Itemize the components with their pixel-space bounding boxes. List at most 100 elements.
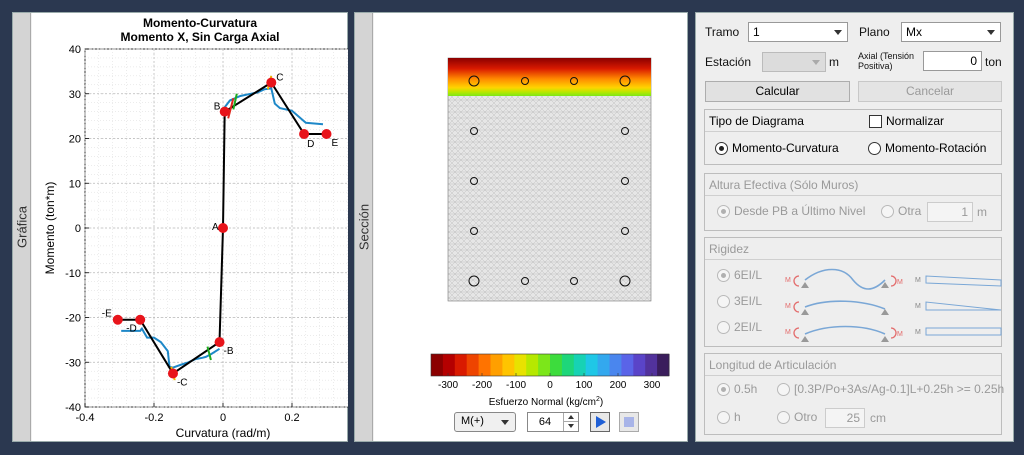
altura-input[interactable]: 1 bbox=[927, 202, 973, 222]
colorbar bbox=[430, 353, 670, 377]
moment-label: M bbox=[915, 329, 921, 336]
axial-input[interactable]: 0 bbox=[923, 51, 982, 71]
radio-h[interactable]: h bbox=[717, 410, 741, 424]
moment-label: M bbox=[897, 331, 903, 338]
spin-up-icon[interactable] bbox=[563, 413, 578, 422]
y-axis-label: Momento (ton*m) bbox=[43, 182, 57, 275]
point-marker-a bbox=[218, 223, 228, 233]
colorbar-label: Esfuerzo Normal (kg/cm2) bbox=[489, 396, 604, 408]
step-spinner[interactable]: 64 bbox=[527, 412, 579, 432]
colorbar-swatch bbox=[573, 354, 587, 376]
tramo-value: 1 bbox=[753, 25, 760, 39]
cancelar-button[interactable]: Cancelar bbox=[858, 81, 1002, 102]
normalizar-label: Normalizar bbox=[886, 114, 945, 128]
moment-label: M bbox=[785, 303, 791, 310]
section-view: -300 -200 -100 0 100 200 300 Esfuerzo Normal (… bbox=[430, 57, 670, 408]
altura-value: 1 bbox=[961, 205, 968, 219]
seccion-canvas: -300 -200 -100 0 100 200 300 Esfuerzo Normal (… bbox=[374, 13, 687, 441]
point-label: -E bbox=[102, 309, 112, 320]
support-icon bbox=[881, 336, 889, 342]
estacion-label: Estación bbox=[705, 55, 752, 69]
radio-otro[interactable]: Otro bbox=[777, 410, 817, 424]
radio-dot bbox=[715, 141, 728, 155]
x-tick-label: -0.2 bbox=[145, 412, 164, 424]
axial-label-line2: Positiva) bbox=[858, 61, 893, 71]
stop-icon bbox=[624, 417, 634, 427]
radio-dot bbox=[868, 141, 881, 155]
colorbar-swatch bbox=[538, 354, 551, 376]
radio-formula[interactable]: [0.3P/Po+3As/Ag-0.1]L+0.25h >= 0.25h bbox=[777, 382, 1004, 396]
estacion-select[interactable] bbox=[762, 52, 826, 72]
point-marker-neg-e bbox=[112, 314, 123, 325]
plano-select[interactable]: Mx bbox=[901, 22, 1001, 42]
controls-panel: Tramo 1 Plano Mx Estación m Axial (Tensi… bbox=[695, 12, 1014, 442]
x-tick-label: 0 bbox=[220, 412, 226, 424]
radio-desde-pb[interactable]: Desde PB a Último Nivel bbox=[717, 204, 865, 218]
tipo-diagrama-title-text: Tipo de Diagrama bbox=[709, 114, 804, 128]
radio-3ei[interactable]: 3EI/L bbox=[717, 294, 762, 308]
colorbar-swatch bbox=[442, 354, 456, 376]
y-tick-label: 10 bbox=[69, 178, 81, 190]
radio-05h[interactable]: 0.5h bbox=[717, 382, 757, 396]
normalizar-checkbox[interactable]: Normalizar bbox=[869, 114, 944, 128]
support-icon bbox=[801, 336, 809, 342]
seccion-tab[interactable]: Sección bbox=[355, 13, 373, 441]
radio-dot bbox=[717, 382, 730, 396]
play-button[interactable] bbox=[590, 412, 610, 432]
axial-label-line1: Axial (Tensión bbox=[858, 51, 915, 61]
radio-momento-rotacion-label: Momento-Rotación bbox=[885, 141, 987, 155]
colorbar-swatch bbox=[466, 354, 480, 376]
point-label: -B bbox=[224, 346, 234, 357]
radio-momento-rotacion[interactable]: Momento-Rotación bbox=[868, 141, 986, 155]
radio-6ei[interactable]: 6EI/L bbox=[717, 268, 762, 282]
moment-arrow-icon bbox=[890, 327, 897, 339]
colorbar-tick-label: 300 bbox=[644, 380, 661, 391]
point-label: E bbox=[332, 138, 339, 149]
point-marker-e bbox=[321, 129, 332, 140]
point-label: A bbox=[212, 222, 219, 233]
deflected-beam-icon bbox=[804, 300, 886, 310]
grafica-panel: Gráfica Momento-Curvatura Momento X, Sin… bbox=[12, 12, 348, 442]
point-label: -D bbox=[126, 324, 137, 335]
chart-title: Momento-Curvatura bbox=[143, 16, 257, 30]
stop-button[interactable] bbox=[619, 412, 639, 432]
longitud-value: 25 bbox=[846, 411, 860, 425]
radio-dot bbox=[717, 268, 730, 282]
y-tick-label: 0 bbox=[75, 223, 81, 235]
point-label: -C bbox=[177, 377, 188, 388]
moment-arrow-icon bbox=[793, 327, 800, 339]
seccion-panel: Sección -300 -200 -100 0 100 200 300 Esf… bbox=[354, 12, 688, 442]
radio-otra[interactable]: Otra bbox=[881, 204, 921, 218]
axial-label: Axial (Tensión Positiva) bbox=[858, 51, 914, 71]
moment-sign-select[interactable]: M(+) bbox=[454, 412, 516, 432]
deflected-beam-icon bbox=[804, 268, 886, 290]
colorbar-swatch bbox=[514, 354, 527, 376]
radio-dot bbox=[777, 382, 790, 396]
point-label: D bbox=[307, 139, 314, 150]
colorbar-swatch bbox=[585, 354, 599, 376]
support-icon bbox=[881, 309, 889, 315]
colorbar-tick-label: -200 bbox=[472, 380, 492, 391]
spin-down-icon[interactable] bbox=[563, 422, 578, 431]
moment-arrow-icon bbox=[793, 301, 800, 313]
longitud-input[interactable]: 25 bbox=[825, 408, 865, 428]
y-tick-label: 40 bbox=[69, 44, 81, 56]
rigidez-title-text: Rigidez bbox=[709, 242, 750, 256]
moment-diagram-icon bbox=[925, 301, 1002, 311]
moment-label: M bbox=[785, 329, 791, 336]
checkbox-box bbox=[869, 114, 882, 128]
radio-3ei-label: 3EI/L bbox=[734, 294, 763, 308]
seccion-tab-label: Sección bbox=[356, 203, 371, 251]
x-tick-label: 0.2 bbox=[284, 412, 299, 424]
radio-momento-curvatura[interactable]: Momento-Curvatura bbox=[715, 141, 839, 155]
radio-2ei[interactable]: 2EI/L bbox=[717, 320, 762, 334]
y-tick-label: -40 bbox=[65, 402, 81, 414]
moment-diagram-icon bbox=[925, 327, 1002, 336]
colorbar-swatch bbox=[454, 354, 468, 376]
colorbar-swatch bbox=[550, 354, 563, 376]
tramo-select[interactable]: 1 bbox=[748, 22, 848, 42]
colorbar-tick-label: 200 bbox=[610, 380, 627, 391]
grafica-tab[interactable]: Gráfica bbox=[13, 13, 31, 441]
calcular-button[interactable]: Calcular bbox=[705, 81, 850, 102]
y-tick-label: -30 bbox=[65, 357, 81, 369]
